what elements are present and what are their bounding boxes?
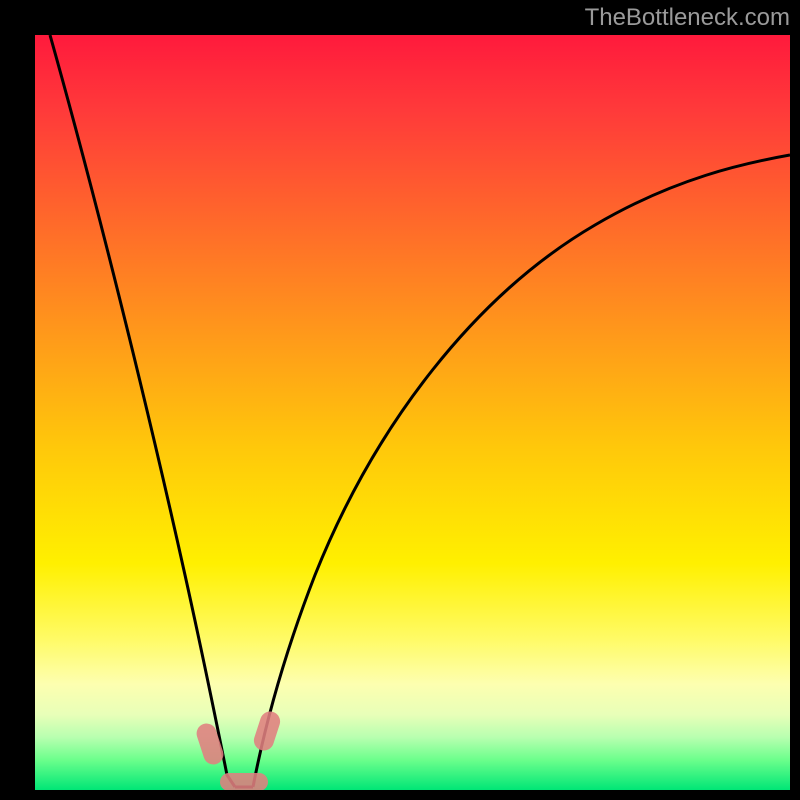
- watermark-text: TheBottleneck.com: [585, 4, 790, 32]
- chart-frame: TheBottleneck.com: [0, 0, 800, 800]
- bottleneck-curve: [35, 35, 790, 790]
- curve-right-branch: [253, 155, 790, 787]
- marker-bottom: [220, 773, 268, 790]
- plot-area: [35, 35, 790, 790]
- curve-left-branch: [50, 35, 235, 787]
